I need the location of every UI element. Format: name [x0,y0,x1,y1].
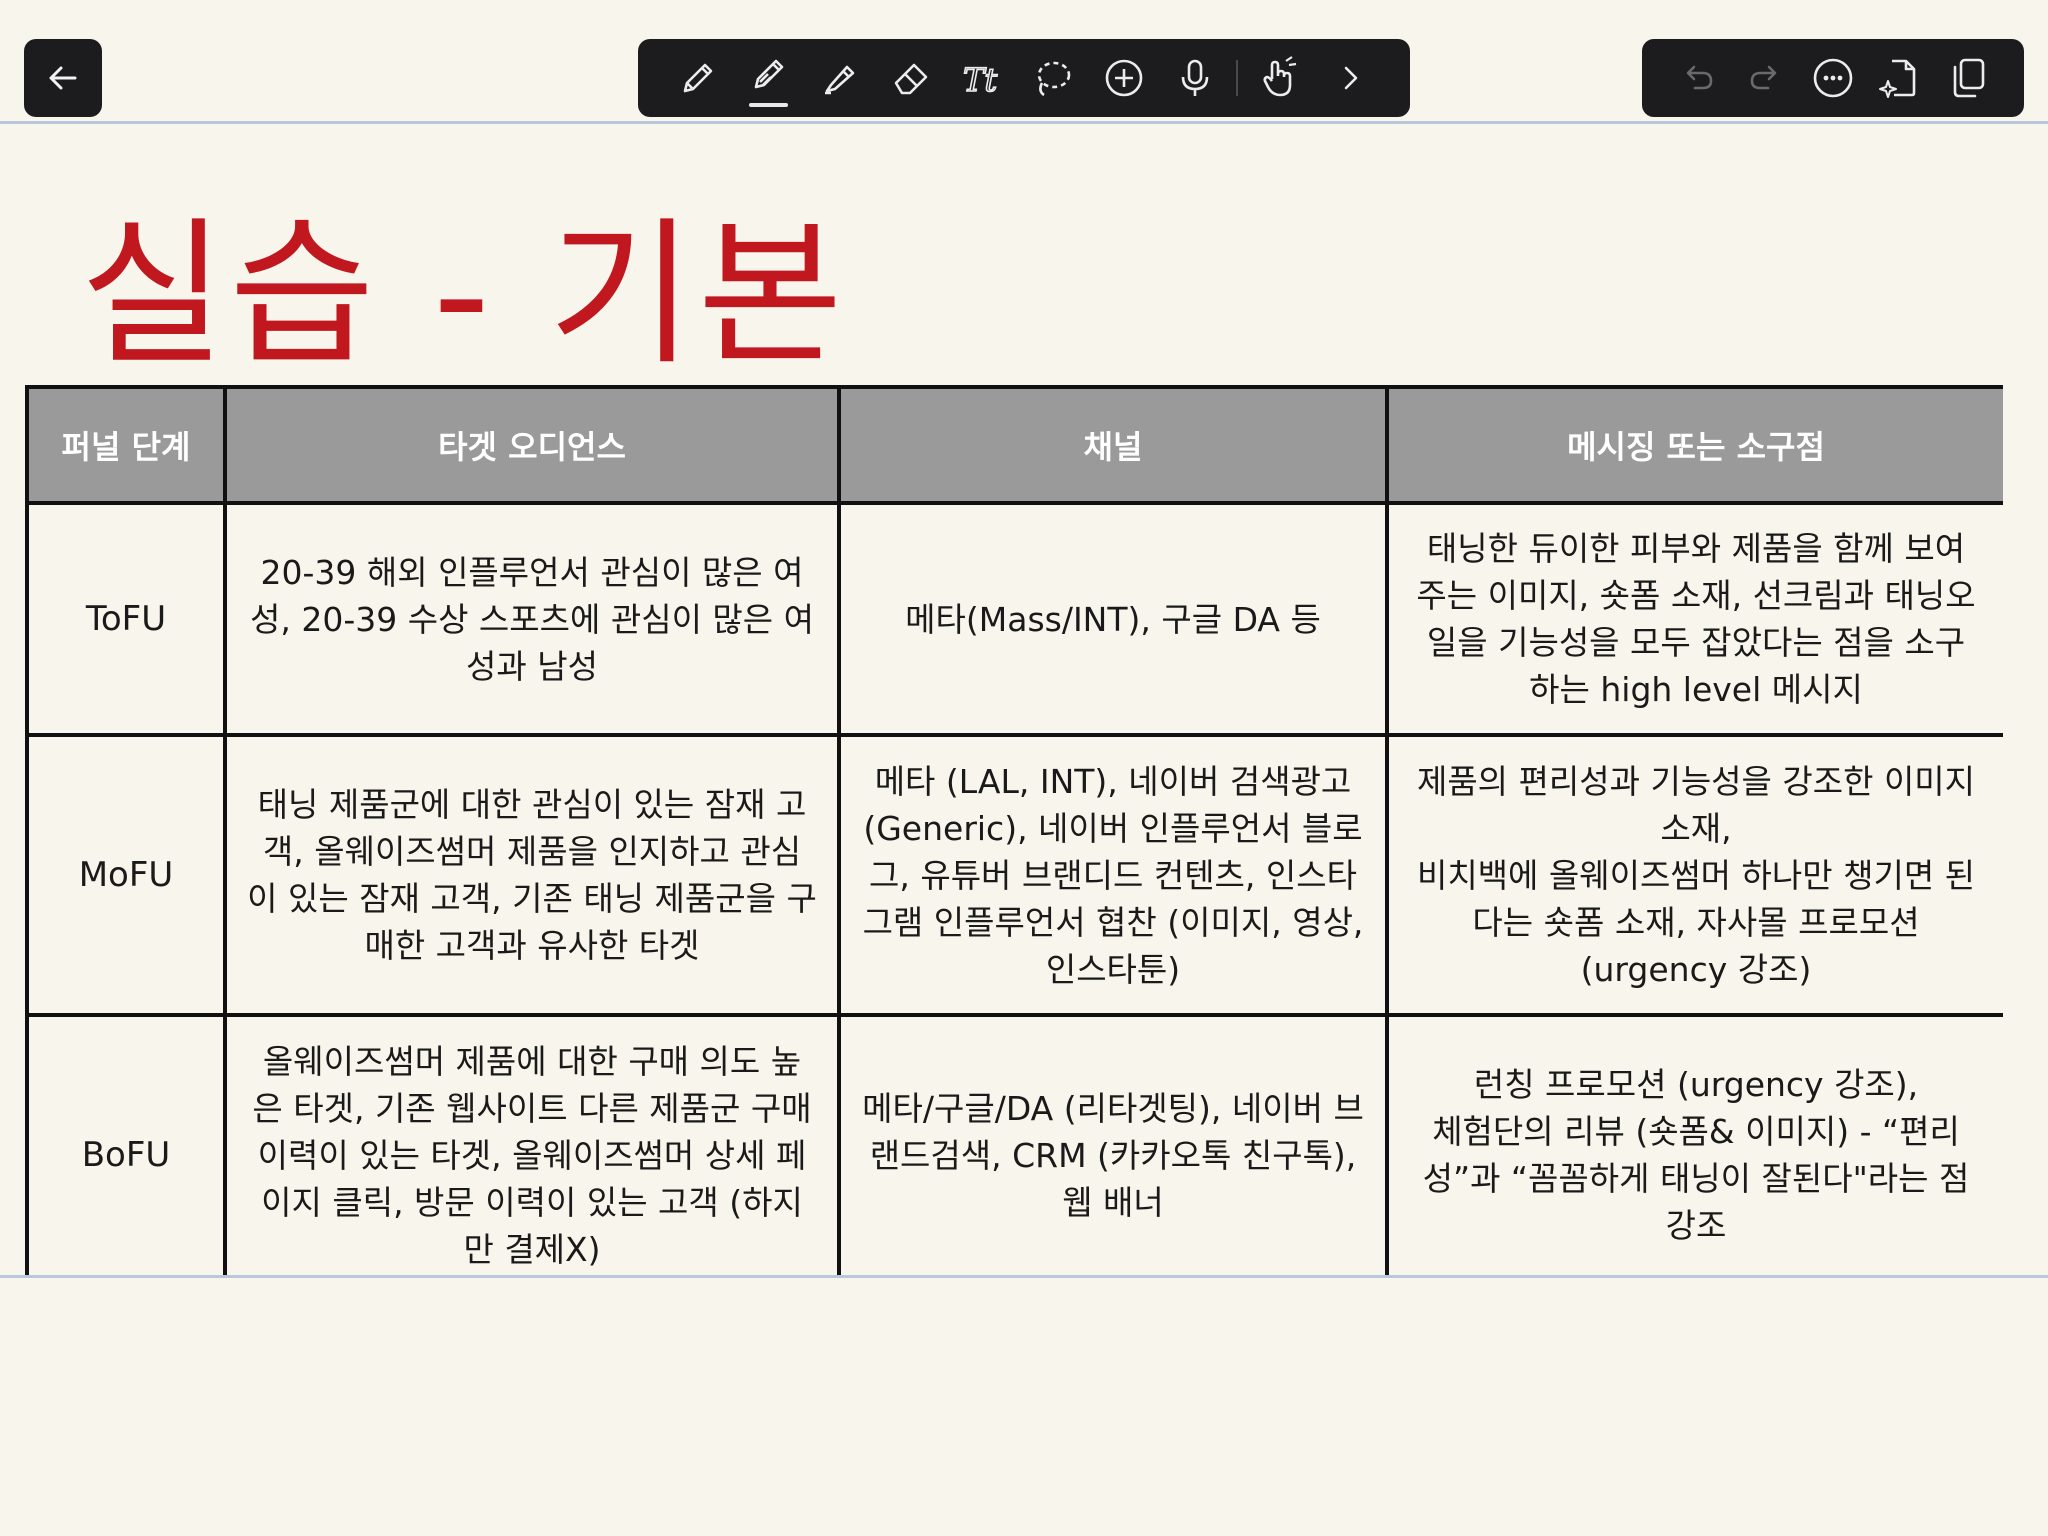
ellipsis-circle-icon [1813,58,1853,98]
audience-cell: 20-39 해외 인플루언서 관심이 많은 여 성, 20-39 수상 스포츠에… [223,501,841,737]
stage-cell: ToFU [25,501,227,737]
message-cell: 제품의 편리성과 기능성을 강조한 이미지 소재, 비치백에 올웨이즈썸머 하나… [1385,733,2003,1017]
channel-cell: 메타/구글/DA (리타겟팅), 네이버 브 랜드검색, CRM (카카오톡 친… [837,1013,1389,1276]
more-options-button[interactable] [1799,39,1867,117]
svg-text:Tt: Tt [963,61,997,99]
more-tools-button[interactable] [1315,39,1386,117]
channel-text: 메타/구글/DA (리타겟팅), 네이버 브 랜드검색, CRM (카카오톡 친… [862,1088,1364,1222]
channel-text: 메타 (LAL, INT), 네이버 검색광고 (Generic), 네이버 인… [862,761,1364,989]
back-button[interactable] [24,39,102,117]
header-funnel-stage: 퍼널 단계 [25,385,227,505]
sparkle-page-icon [1878,59,1915,98]
drawing-toolbar: Tt [638,39,1410,117]
page-title: 실습 - 기본 [80,203,847,387]
table-header-row: 퍼널 단계 타겟 오디언스 채널 메시징 또는 소구점 [25,385,2003,505]
highlighter-icon [824,65,854,95]
audience-cell: 올웨이즈썸머 제품에 대한 구매 의도 높 은 타겟, 기존 웹사이트 다른 제… [223,1013,841,1276]
stage-text: BoFU [81,1134,171,1175]
chevron-right-icon [1345,66,1358,90]
table-row: ToFU 20-39 해외 인플루언서 관심이 많은 여 성, 20-39 수상… [25,501,2003,737]
pages-button[interactable] [1934,39,2002,117]
highlighter-tool[interactable] [804,39,875,117]
table-row: BoFU 올웨이즈썸머 제품에 대한 구매 의도 높 은 타겟, 기존 웹사이트… [25,1013,2003,1276]
audience-text: 20-39 해외 인플루언서 관심이 많은 여 성, 20-39 수상 스포츠에… [250,552,814,686]
stage-text: MoFU [78,854,174,895]
pencil-underline-icon [754,59,783,89]
funnel-table-container: 퍼널 단계 타겟 오디언스 채널 메시징 또는 소구점 ToFU 20-39 해… [25,385,2003,1276]
table-row: MoFU 태닝 제품군에 대한 관심이 있는 잠재 고 객, 올웨이즈썸머 제품… [25,733,2003,1017]
copy-pages-icon [1953,58,1985,98]
audience-text: 태닝 제품군에 대한 관심이 있는 잠재 고 객, 올웨이즈썸머 제품을 인지하… [247,785,817,965]
channel-cell: 메타 (LAL, INT), 네이버 검색광고 (Generic), 네이버 인… [837,733,1389,1017]
pencil-icon [683,63,712,93]
text-tt-icon: Tt [962,60,998,100]
plus-circle-icon [1105,59,1142,97]
stage-cell: MoFU [25,733,227,1017]
header-channel: 채널 [837,385,1389,505]
message-text: 태닝한 듀이한 피부와 제품을 함께 보여 주는 이미지, 숏폼 소재, 선크림… [1416,529,1976,709]
stage-cell: BoFU [25,1013,227,1276]
audience-cell: 태닝 제품군에 대한 관심이 있는 잠재 고 객, 올웨이즈썸머 제품을 인지하… [223,733,841,1017]
top-toolbar-area: Tt [0,0,2048,124]
message-cell: 런칭 프로모션 (urgency 강조), 체험단의 리뷰 (숏폼& 이미지) … [1385,1013,2003,1276]
microphone-icon [1181,59,1208,96]
page-top-guide-line [0,121,2048,124]
text-tool[interactable]: Tt [946,39,1017,117]
stage-text: ToFU [85,598,167,639]
lasso-tool[interactable] [1017,39,1088,117]
hand-pointer-icon [1263,56,1297,97]
header-messaging: 메시징 또는 소구점 [1385,385,2003,505]
arrow-left-icon [49,66,77,90]
channel-cell: 메타(Mass/INT), 구글 DA 등 [837,501,1389,737]
eraser-tool[interactable] [875,39,946,117]
pen-tool[interactable] [662,39,733,117]
ai-page-button[interactable] [1867,39,1935,117]
lasso-icon [1037,61,1070,97]
toolbar-separator [1236,60,1238,96]
undo-icon [1686,65,1713,90]
page-bottom-guide-line [0,1275,2048,1278]
eraser-icon [894,63,927,95]
add-tool[interactable] [1088,39,1159,117]
document-toolbar [1642,39,2024,117]
audience-text: 올웨이즈썸머 제품에 대한 구매 의도 높 은 타겟, 기존 웹사이트 다른 제… [252,1041,812,1269]
header-target-audience: 타겟 오디언스 [223,385,841,505]
message-text: 제품의 편리성과 기능성을 강조한 이미지 소재, 비치백에 올웨이즈썸머 하나… [1416,761,1976,989]
channel-text: 메타(Mass/INT), 구글 DA 등 [905,599,1321,639]
redo-button[interactable] [1732,39,1800,117]
redo-icon [1751,65,1777,90]
message-cell: 태닝한 듀이한 피부와 제품을 함께 보여 주는 이미지, 숏폼 소재, 선크림… [1385,501,2003,737]
touch-tool[interactable] [1244,39,1315,117]
undo-button[interactable] [1664,39,1732,117]
pen-tool-active[interactable] [733,39,804,117]
funnel-table: 퍼널 단계 타겟 오디언스 채널 메시징 또는 소구점 ToFU 20-39 해… [25,385,2003,1276]
mic-tool[interactable] [1159,39,1230,117]
message-text: 런칭 프로모션 (urgency 강조), 체험단의 리뷰 (숏폼& 이미지) … [1422,1065,1970,1245]
